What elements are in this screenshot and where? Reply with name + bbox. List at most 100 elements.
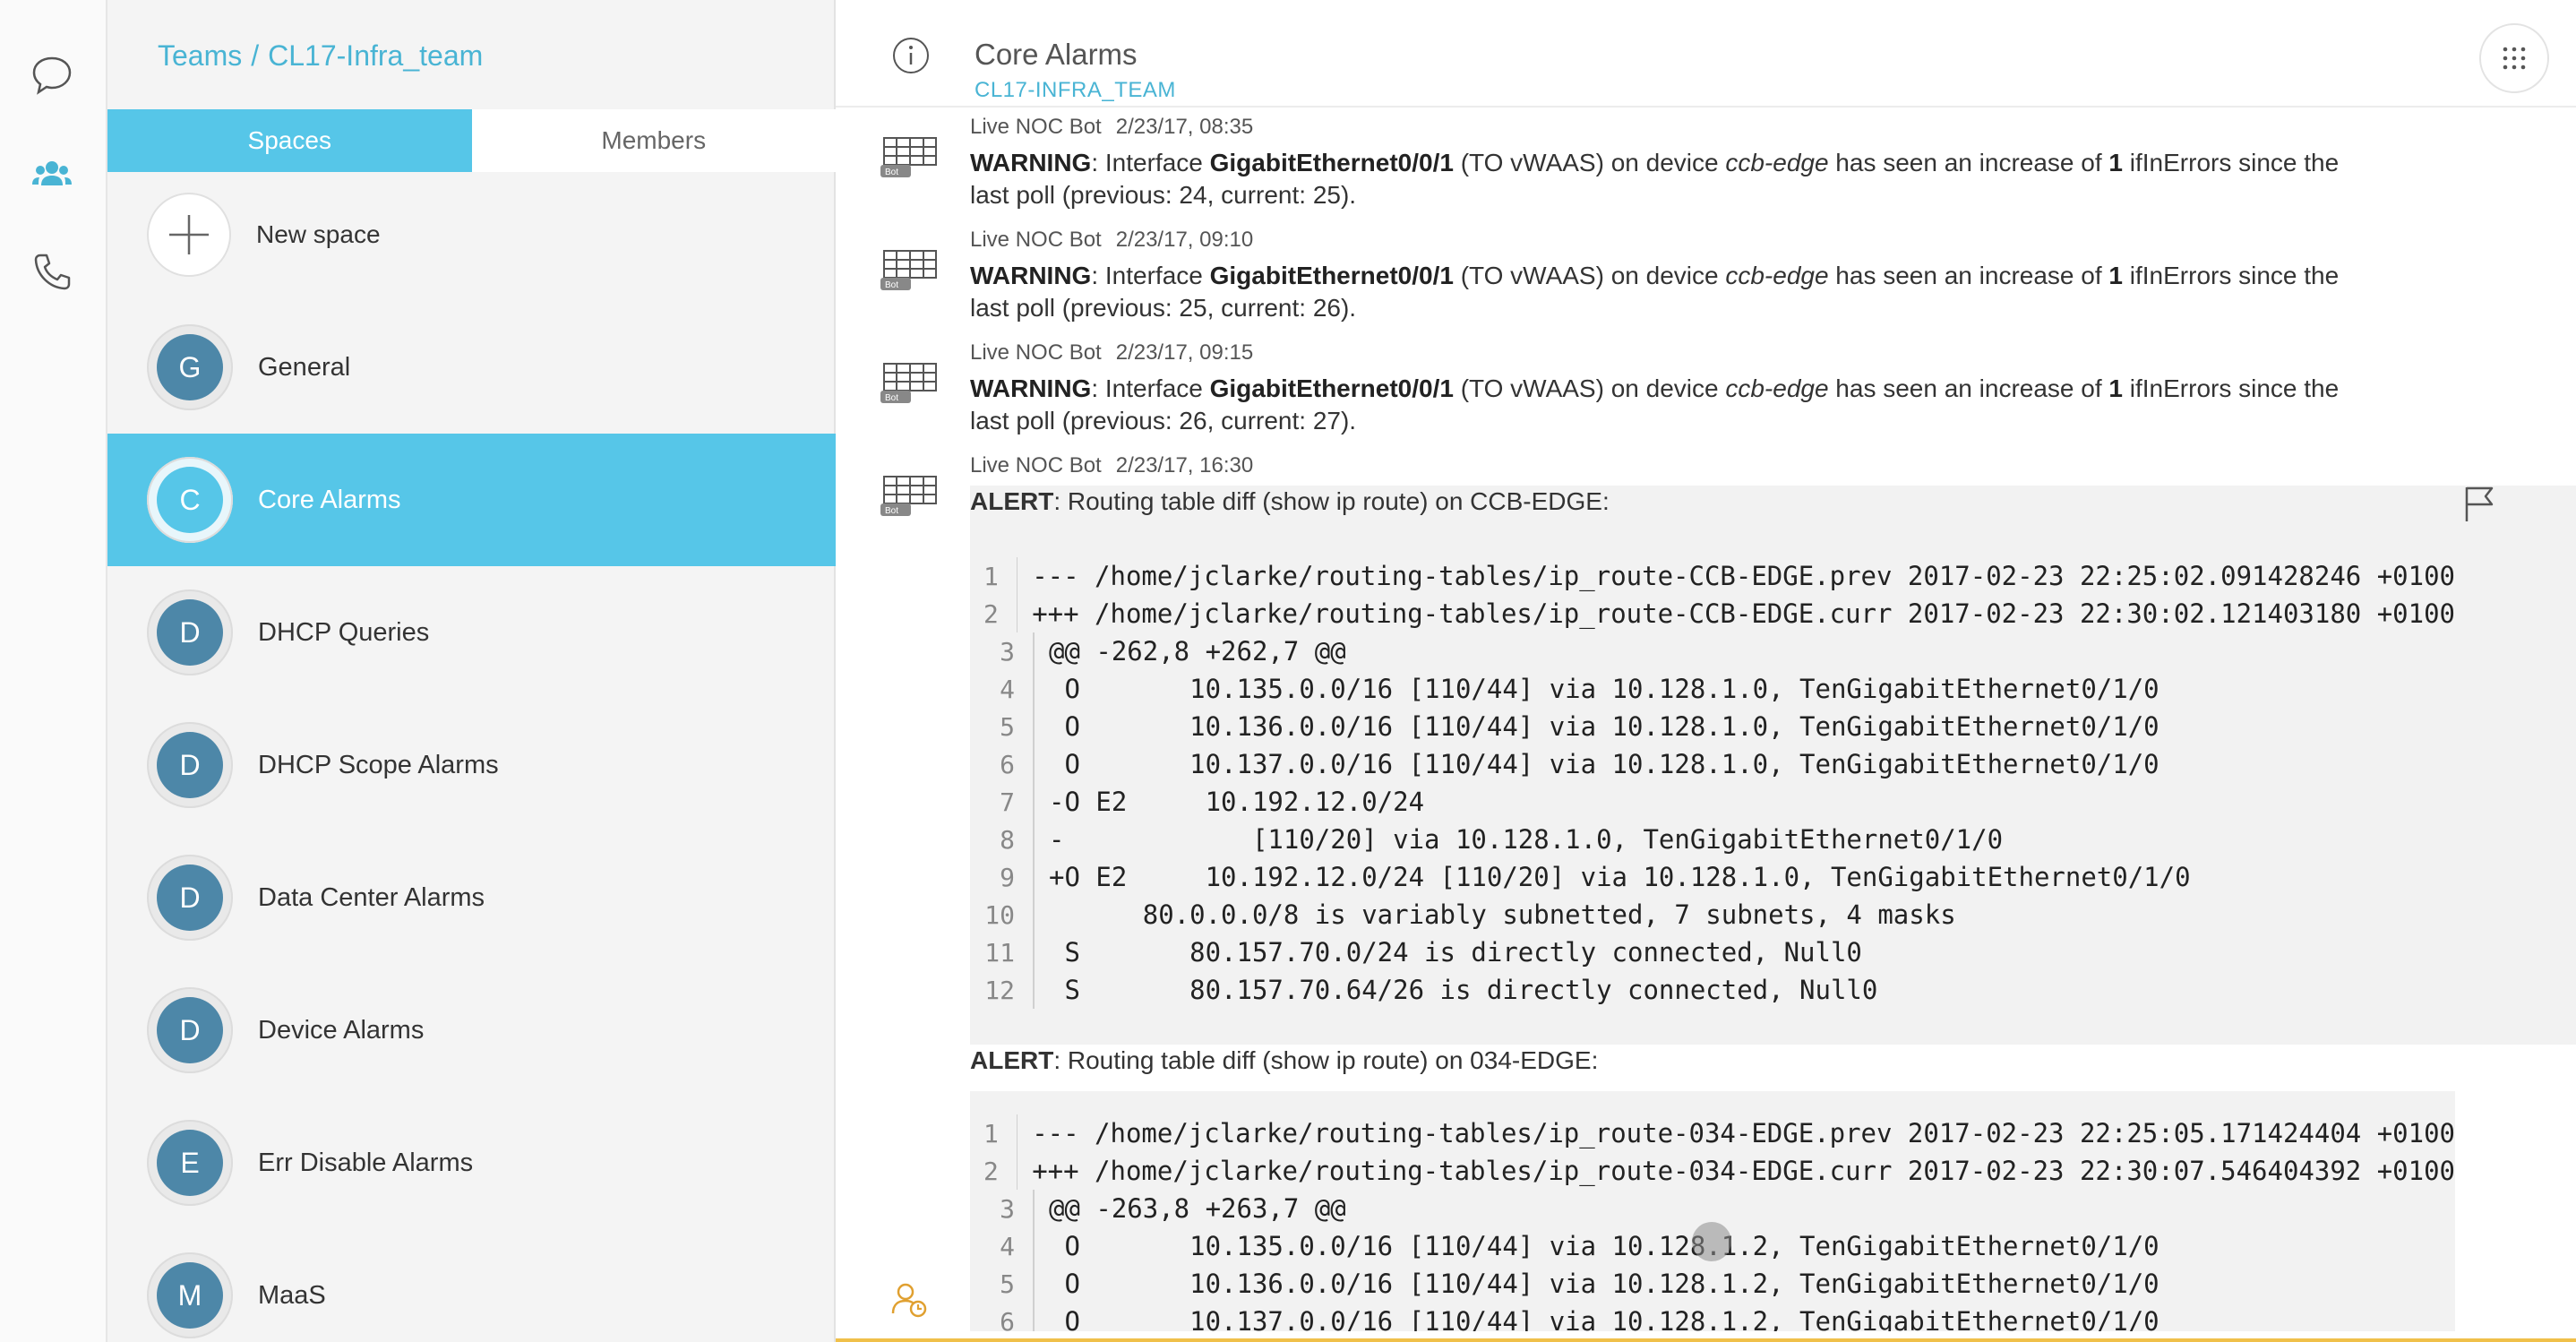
avatar: E: [147, 1120, 233, 1206]
flag-icon[interactable]: [2461, 484, 2497, 523]
space-item-maas[interactable]: M MaaS: [107, 1229, 836, 1342]
new-space-button[interactable]: New space: [147, 192, 381, 278]
code-line: 8 - [110/20] via 10.128.1.0, TenGigabitEt…: [970, 821, 2455, 858]
code-gutter: [1033, 745, 1035, 783]
space-item-dhcp-scope-alarms[interactable]: D DHCP Scope Alarms: [107, 699, 836, 831]
code-gutter: [1016, 595, 1018, 632]
line-number: 4: [1000, 1231, 1015, 1261]
avatar-initial: M: [157, 1262, 223, 1329]
code-text: O 10.135.0.0/16 [110/44] via 10.128.1.2,…: [1049, 1231, 2160, 1261]
code-gutter: [1033, 933, 1035, 971]
conversation-pane: Core Alarms CL17-INFRA_TEAM Bot Live NOC…: [836, 0, 2576, 1342]
space-item-core-alarms[interactable]: C Core Alarms: [107, 434, 836, 566]
avatar: D: [147, 589, 233, 675]
space-item-dhcp-queries[interactable]: D DHCP Queries: [107, 566, 836, 699]
space-name: Err Disable Alarms: [258, 1148, 474, 1177]
code-line: 3 @@ -262,8 +262,7 @@: [970, 632, 2455, 670]
code-text: - [110/20] via 10.128.1.0, TenGigabitEth…: [1049, 824, 2004, 855]
messages-nav-button[interactable]: [25, 48, 79, 102]
bot-badge: Bot: [885, 280, 898, 290]
calls-nav-button[interactable]: [25, 245, 79, 299]
message-text: WARNING: Interface GigabitEthernet0/0/1 …: [970, 262, 2340, 322]
code-line: 12 S 80.157.70.64/26 is directly connect…: [970, 971, 2455, 1009]
scroll-indicator[interactable]: [1692, 1222, 1731, 1261]
breadcrumb-team-name[interactable]: CL17-Infra_team: [268, 39, 483, 72]
teams-icon: [32, 161, 72, 185]
code-text: @@ -263,8 +263,7 @@: [1049, 1193, 1346, 1224]
tab-spaces[interactable]: Spaces: [107, 109, 472, 172]
line-number: 6: [1000, 1306, 1015, 1332]
space-name: MaaS: [258, 1280, 326, 1310]
tab-members[interactable]: Members: [471, 109, 836, 172]
team-subtitle[interactable]: CL17-INFRA_TEAM: [975, 78, 1176, 103]
conversation-header: Core Alarms CL17-INFRA_TEAM: [836, 0, 2576, 108]
breadcrumb-teams-link[interactable]: Teams: [158, 39, 242, 72]
bot-avatar-icon: Bot: [880, 250, 937, 290]
info-icon[interactable]: [891, 36, 931, 75]
code-text: S 80.157.70.64/26 is directly connected,…: [1049, 975, 1878, 1005]
avatar-initial: D: [157, 599, 223, 666]
alert-heading: ALERT: Routing table diff (show ip route…: [970, 487, 1610, 515]
code-text: O 10.135.0.0/16 [110/44] via 10.128.1.0,…: [1049, 674, 2160, 704]
line-number: 9: [1000, 862, 1015, 892]
line-number: 1: [983, 1118, 999, 1148]
space-item-err-disable-alarms[interactable]: E Err Disable Alarms: [107, 1097, 836, 1229]
code-line: 6 O 10.137.0.0/16 [110/44] via 10.128.1.…: [970, 1303, 2455, 1331]
code-text: -O E2 10.192.12.0/24: [1049, 787, 1425, 817]
phone-icon: [34, 254, 71, 290]
spaces-panel: Teams / CL17-Infra_team Spaces Members New…: [107, 0, 836, 1342]
code-line: 10 80.0.0.0/8 is variably subnetted, 7 s…: [970, 896, 2455, 933]
message-meta: Live NOC Bot 2/23/17, 09:10: [970, 228, 1253, 253]
code-gutter: [1033, 783, 1035, 821]
avatar-initial: G: [157, 334, 223, 400]
code-gutter: [1033, 858, 1035, 896]
line-number: 7: [1000, 787, 1015, 817]
grid-dots-icon: [2503, 47, 2526, 70]
avatar: D: [147, 855, 233, 941]
line-number: 1: [983, 561, 999, 591]
code-line: 5 O 10.136.0.0/16 [110/44] via 10.128.1.…: [970, 708, 2455, 745]
bot-avatar-icon: Bot: [880, 476, 937, 516]
code-line: 5 O 10.136.0.0/16 [110/44] via 10.128.1.…: [970, 1265, 2455, 1303]
code-text: +O E2 10.192.12.0/24 [110/20] via 10.128…: [1049, 862, 2191, 892]
sender-name[interactable]: Live NOC Bot: [970, 228, 1102, 252]
code-gutter: [1033, 896, 1035, 933]
line-number: 2: [983, 1156, 999, 1186]
code-block[interactable]: 1 --- /home/jclarke/routing-tables/ip_rou…: [970, 1091, 2455, 1331]
space-item-device-alarms[interactable]: D Device Alarms: [107, 964, 836, 1097]
plus-icon: [147, 193, 231, 277]
avatar: D: [147, 987, 233, 1073]
avatar: D: [147, 722, 233, 808]
bot-avatar-icon: Bot: [880, 363, 937, 403]
code-gutter: [1033, 821, 1035, 858]
code-text: S 80.157.70.0/24 is directly connected, …: [1049, 937, 1862, 968]
code-block[interactable]: 1 --- /home/jclarke/routing-tables/ip_rou…: [970, 555, 2455, 1012]
avatar-initial: D: [157, 865, 223, 931]
code-line: 7 -O E2 10.192.12.0/24: [970, 783, 2455, 821]
sender-name[interactable]: Live NOC Bot: [970, 453, 1102, 477]
line-number: 6: [1000, 749, 1015, 779]
person-status-icon[interactable]: [889, 1279, 929, 1319]
panel-tabs: Spaces Members: [107, 109, 836, 172]
message-text: WARNING: Interface GigabitEthernet0/0/1 …: [970, 149, 2340, 209]
sender-name[interactable]: Live NOC Bot: [970, 115, 1102, 139]
page-title: Core Alarms: [975, 38, 1138, 71]
code-line: 4 O 10.135.0.0/16 [110/44] via 10.128.1.…: [970, 670, 2455, 708]
sender-name[interactable]: Live NOC Bot: [970, 340, 1102, 365]
code-line: 6 O 10.137.0.0/16 [110/44] via 10.128.1.…: [970, 745, 2455, 783]
bot-badge: Bot: [885, 506, 898, 516]
avatar: C: [147, 457, 233, 543]
apps-menu-button[interactable]: [2479, 23, 2549, 93]
code-text: O 10.137.0.0/16 [110/44] via 10.128.1.0,…: [1049, 749, 2160, 779]
teams-nav-button[interactable]: [25, 147, 79, 201]
space-item-general[interactable]: G General: [107, 301, 836, 434]
avatar-initial: D: [157, 732, 223, 798]
code-text: O 10.136.0.0/16 [110/44] via 10.128.1.0,…: [1049, 711, 2160, 742]
space-list: G General C Core Alarms D DHCP Queries D…: [107, 301, 836, 1342]
breadcrumb-separator: /: [251, 39, 260, 72]
line-number: 5: [1000, 711, 1015, 742]
code-text: --- /home/jclarke/routing-tables/ip_rout…: [1032, 561, 2455, 591]
code-gutter: [1016, 557, 1018, 595]
space-item-data-center-alarms[interactable]: D Data Center Alarms: [107, 831, 836, 964]
code-gutter: [1016, 1114, 1018, 1152]
